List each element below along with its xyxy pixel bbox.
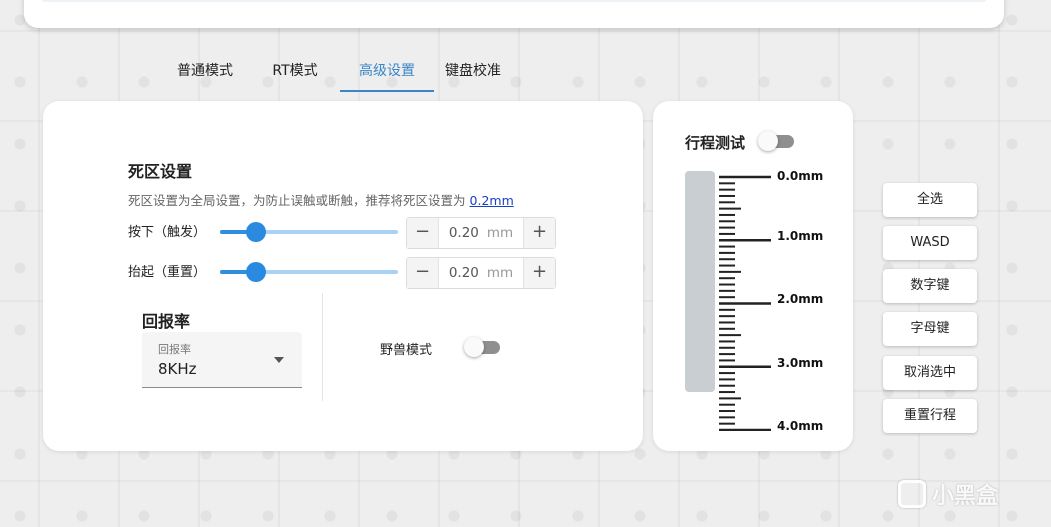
beast-mode-toggle[interactable]	[464, 337, 500, 357]
release-increment-button[interactable]: +	[523, 258, 555, 288]
press-decrement-button[interactable]: −	[407, 218, 439, 248]
release-value-field[interactable]: 0.20 mm	[439, 258, 523, 288]
polling-rate-title: 回报率	[142, 312, 191, 331]
press-deadzone-row: 按下（触发） − 0.20 mm +	[128, 215, 558, 249]
travel-test-card: 行程测试 0.0mm 1.0mm 2.0mm 3.0mm 4.0mm	[653, 101, 853, 451]
heybox-logo-icon	[898, 480, 926, 508]
press-value: 0.20	[448, 225, 479, 241]
select-letter-keys-button[interactable]: 字母键	[883, 312, 977, 346]
top-card	[24, 0, 1004, 28]
tab-rt-mode[interactable]: RT模式	[250, 56, 340, 90]
polling-rate-select-label: 回报率	[158, 343, 191, 356]
reset-travel-button[interactable]: 重置行程	[883, 399, 977, 433]
press-unit: mm	[486, 225, 514, 241]
travel-indicator-bar	[685, 171, 715, 392]
tab-advanced-settings[interactable]: 高级设置	[340, 56, 434, 92]
release-unit: mm	[486, 265, 514, 281]
press-slider[interactable]	[220, 222, 398, 242]
deadzone-description-text: 死区设置为全局设置，为防止误触或断触，推荐将死区设置为	[128, 193, 466, 208]
ruler-label-4: 4.0mm	[777, 419, 824, 433]
travel-ruler: 0.0mm 1.0mm 2.0mm 3.0mm 4.0mm	[719, 169, 823, 433]
release-stepper: − 0.20 mm +	[406, 257, 556, 289]
deadzone-title: 死区设置	[128, 162, 193, 181]
deselect-button[interactable]: 取消选中	[883, 356, 977, 390]
section-divider	[322, 293, 323, 401]
tab-normal-mode[interactable]: 普通模式	[160, 56, 250, 90]
polling-rate-select-value: 8KHz	[158, 360, 197, 378]
deadzone-description: 死区设置为全局设置，为防止误触或断触，推荐将死区设置为 0.2mm	[128, 190, 514, 209]
polling-rate-select[interactable]: 回报率 8KHz	[142, 332, 302, 388]
release-value: 0.20	[448, 265, 479, 281]
recommended-deadzone-link[interactable]: 0.2mm	[470, 193, 514, 208]
press-stepper: − 0.20 mm +	[406, 217, 556, 249]
beast-mode-toggle-knob	[464, 337, 484, 357]
watermark-text: 小黑盒	[932, 484, 999, 509]
release-slider[interactable]	[220, 262, 398, 282]
release-slider-thumb[interactable]	[245, 262, 266, 282]
travel-test-toggle-knob	[758, 131, 778, 151]
advanced-settings-card: 死区设置 死区设置为全局设置，为防止误触或断触，推荐将死区设置为 0.2mm 按下…	[43, 101, 643, 451]
mode-tabs: 普通模式 RT模式 高级设置 键盘校准	[160, 56, 512, 92]
select-all-button[interactable]: 全选	[883, 183, 977, 217]
ruler-ticks	[719, 175, 771, 431]
press-label: 按下（触发）	[128, 225, 207, 240]
select-number-keys-button[interactable]: 数字键	[883, 269, 977, 303]
ruler-label-0: 0.0mm	[777, 169, 824, 183]
select-wasd-button[interactable]: WASD	[883, 226, 977, 260]
release-label: 抬起（重置）	[128, 265, 207, 280]
ruler-label-2: 2.0mm	[777, 292, 824, 306]
watermark: 小黑盒	[898, 478, 998, 510]
beast-mode-label: 野兽模式	[380, 343, 433, 358]
caret-down-icon	[274, 357, 284, 363]
release-decrement-button[interactable]: −	[407, 258, 439, 288]
ruler-label-3: 3.0mm	[777, 356, 824, 370]
travel-test-toggle[interactable]	[758, 131, 794, 151]
travel-test-title: 行程测试	[685, 134, 746, 152]
press-value-field[interactable]: 0.20 mm	[439, 218, 523, 248]
ruler-label-1: 1.0mm	[777, 229, 824, 243]
tab-keyboard-calibration[interactable]: 键盘校准	[434, 56, 512, 90]
release-deadzone-row: 抬起（重置） − 0.20 mm +	[128, 255, 558, 289]
top-card-bar	[42, 0, 986, 2]
press-slider-thumb[interactable]	[245, 222, 266, 242]
press-increment-button[interactable]: +	[523, 218, 555, 248]
